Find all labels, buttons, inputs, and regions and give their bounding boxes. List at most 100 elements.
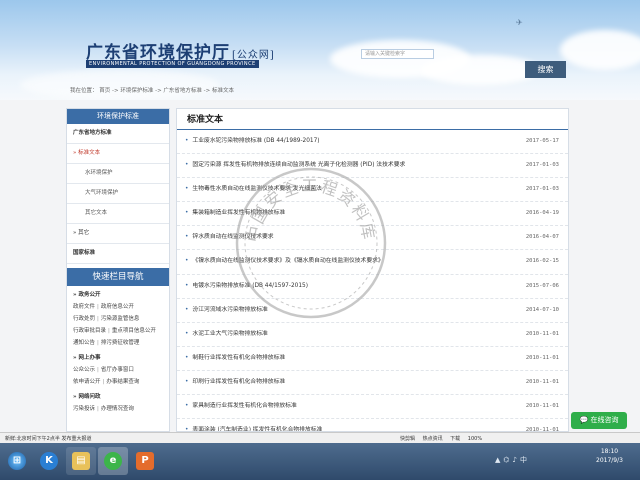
list-item-title[interactable]: 《镍水质自动在线监测仪技术要求》及《镉水质自动在线监测仪技术要求》 bbox=[185, 250, 383, 273]
sidebar-item-other-text[interactable]: 其它文本 bbox=[67, 204, 169, 224]
quick-section-title: » 网络问政 bbox=[73, 394, 101, 400]
list-item-date: 2010-11-01 bbox=[525, 427, 559, 432]
volume-icon[interactable]: ♪ bbox=[513, 456, 520, 464]
list-item-date: 2010-11-01 bbox=[525, 378, 559, 385]
list-item-date: 2016-04-19 bbox=[525, 210, 559, 217]
list-item-title[interactable]: 表面涂装 (汽车制造业) 挥发性有机化合物排放标准 bbox=[185, 419, 322, 431]
quick-row: 通知公告 | 排污费征收管理 bbox=[73, 337, 163, 349]
list-item-date: 2014-07-10 bbox=[525, 306, 559, 313]
list-item-title[interactable]: 制鞋行业挥发性有机化合物排放标准 bbox=[185, 347, 285, 370]
bird-icon: ✈ bbox=[516, 18, 523, 27]
list-item-title[interactable]: 锌水质自动在线监测仪技术要求 bbox=[185, 226, 273, 249]
os-taskbar: ⊞ K ▤ e P ▲⌬♪中 18:10 2017/9/3 bbox=[0, 443, 640, 480]
taskbar-presentation[interactable]: P bbox=[130, 447, 160, 475]
windows-logo-icon: ⊞ bbox=[8, 452, 26, 470]
list-item[interactable]: 电镀水污染物排放标准 (DB 44/1597-2015) 2015-07-06 bbox=[177, 275, 568, 299]
list-item[interactable]: 《镍水质自动在线监测仪技术要求》及《镉水质自动在线监测仪技术要求》 2016-02… bbox=[177, 250, 568, 275]
list-item[interactable]: 锌水质自动在线监测仪技术要求 2016-04-07 bbox=[177, 226, 568, 251]
list-item[interactable]: 工业废水铊污染物排放标准 (DB 44/1989-2017) 2017-05-17 bbox=[177, 130, 568, 155]
quick-link[interactable]: 办事结果查询 bbox=[106, 376, 139, 388]
list-item[interactable]: 制鞋行业挥发性有机化合物排放标准 2010-11-01 bbox=[177, 347, 568, 371]
sidebar-item-other[interactable]: » 其它 bbox=[67, 224, 169, 244]
k-app-icon: K bbox=[40, 452, 58, 470]
sidebar-item-air[interactable]: 大气环境保护 bbox=[67, 184, 169, 204]
quick-link[interactable]: 行政处罚 bbox=[73, 313, 95, 325]
quick-link[interactable]: 行政审批目录 bbox=[73, 325, 106, 337]
start-button[interactable]: ⊞ bbox=[2, 447, 32, 475]
taskbar-browser[interactable]: e bbox=[98, 447, 128, 475]
logo-english: ENVIRONMENTAL PROTECTION OF GUANGDONG PR… bbox=[86, 60, 259, 68]
list-item[interactable]: 家具制造行业挥发性有机化合物排放标准 2010-11-01 bbox=[177, 395, 568, 420]
cloud-decoration bbox=[20, 70, 220, 100]
online-consult-button[interactable]: 💬 在线咨询 bbox=[571, 412, 627, 429]
presentation-icon: P bbox=[136, 452, 154, 470]
sidebar: 环境保护标准 广东省地方标准 » 标准文本 水环境保护 大气环境保护 其它文本 … bbox=[66, 108, 170, 432]
sidebar-item-local-standards[interactable]: 广东省地方标准 bbox=[67, 124, 169, 144]
list-item-date: 2015-07-06 bbox=[525, 282, 559, 289]
list-item-title[interactable]: 生物毒性水质自动在线监测仪技术要求 发光细菌法 bbox=[185, 178, 321, 201]
list-item[interactable]: 水泥工业大气污染物排放标准 2010-11-01 bbox=[177, 323, 568, 347]
status-news-ticker[interactable]: 新鲜:北京时间下午2点半 发布重大报道 bbox=[5, 435, 91, 442]
sidebar-item-national-standards[interactable]: 国家标准 bbox=[67, 244, 169, 264]
list-item-date: 2016-04-07 bbox=[525, 234, 559, 241]
quick-section-online-service: » 网上办事 公众公示 | 省厅办事窗口 依申请公开 | 办事结果查询 bbox=[67, 349, 169, 388]
list-item[interactable]: 表面涂装 (汽车制造业) 挥发性有机化合物排放标准 2010-11-01 bbox=[177, 419, 568, 432]
list-item-title[interactable]: 电镀水污染物排放标准 (DB 44/1597-2015) bbox=[185, 275, 308, 298]
page-title: 标准文本 bbox=[177, 109, 568, 130]
quick-link[interactable]: 公众公示 bbox=[73, 364, 95, 376]
online-consult-label: 在线咨询 bbox=[590, 416, 619, 424]
list-item-title[interactable]: 固定污染源 挥发性有机物排放连续自动监测系统 光离子化检测器 (PID) 法技术… bbox=[185, 154, 405, 177]
list-item[interactable]: 集装箱制造业挥发性有机物排放标准 2016-04-19 bbox=[177, 202, 568, 227]
sidebar-header: 环境保护标准 bbox=[67, 109, 169, 124]
list-item-title[interactable]: 印刷行业挥发性有机化合物排放标准 bbox=[185, 371, 285, 394]
chat-icon: 💬 bbox=[579, 416, 589, 424]
network-icon[interactable]: ⌬ bbox=[503, 456, 512, 464]
site-header: ✈ 广东省环境保护厅 [公众网] ENVIRONMENTAL PROTECTION… bbox=[0, 0, 640, 100]
status-tools[interactable]: 快剪辑 热点资讯 下载 100% bbox=[400, 435, 482, 442]
quick-link[interactable]: 省厅办事窗口 bbox=[101, 364, 134, 376]
quick-nav-header: 快速栏目导航 bbox=[67, 268, 169, 286]
quick-row: 公众公示 | 省厅办事窗口 bbox=[73, 364, 163, 376]
system-tray[interactable]: ▲⌬♪中 bbox=[495, 455, 530, 465]
search-input[interactable]: 请输入关键检索字 bbox=[361, 49, 434, 59]
browser-icon: e bbox=[104, 452, 122, 470]
list-item-title[interactable]: 集装箱制造业挥发性有机物排放标准 bbox=[185, 202, 285, 225]
quick-link[interactable]: 污染源监管信息 bbox=[101, 313, 140, 325]
list-item-title[interactable]: 汾江河流域水污染物排放标准 bbox=[185, 299, 267, 322]
quick-link[interactable]: 依申请公开 bbox=[73, 376, 101, 388]
quick-link[interactable]: 排污费征收管理 bbox=[101, 337, 140, 349]
quick-section-title: » 网上办事 bbox=[73, 355, 101, 361]
clock-time: 18:10 bbox=[600, 448, 619, 455]
quick-link[interactable]: 办理情况查询 bbox=[101, 403, 134, 415]
quick-link[interactable]: 政府文件 bbox=[73, 301, 95, 313]
list-item-title[interactable]: 家具制造行业挥发性有机化合物排放标准 bbox=[185, 395, 296, 418]
quick-link[interactable]: 通知公告 bbox=[73, 337, 95, 349]
quick-section-online-inquiry: » 网络问政 污染投诉 | 办理情况查询 bbox=[67, 388, 169, 415]
list-item[interactable]: 生物毒性水质自动在线监测仪技术要求 发光细菌法 2017-01-03 bbox=[177, 178, 568, 203]
list-item-date: 2017-01-03 bbox=[525, 162, 559, 169]
quick-link[interactable]: 政府信息公开 bbox=[101, 301, 134, 313]
sidebar-item-water[interactable]: 水环境保护 bbox=[67, 164, 169, 184]
list-item[interactable]: 印刷行业挥发性有机化合物排放标准 2010-11-01 bbox=[177, 371, 568, 396]
quick-row: 污染投诉 | 办理情况查询 bbox=[73, 403, 163, 415]
cloud-decoration bbox=[420, 55, 540, 85]
list-item-date: 2010-11-01 bbox=[525, 403, 559, 410]
list-item-title[interactable]: 工业废水铊污染物排放标准 (DB 44/1989-2017) bbox=[185, 130, 319, 153]
list-item-date: 2010-11-01 bbox=[525, 354, 559, 361]
list-item-title[interactable]: 水泥工业大气污染物排放标准 bbox=[185, 323, 267, 346]
clock-date: 2017/9/3 bbox=[596, 457, 623, 464]
quick-link[interactable]: 污染投诉 bbox=[73, 403, 95, 415]
folder-icon: ▤ bbox=[72, 452, 90, 470]
taskbar-k-app[interactable]: K bbox=[34, 447, 64, 475]
taskbar-clock[interactable]: 18:10 2017/9/3 bbox=[596, 447, 623, 465]
ime-icon[interactable]: 中 bbox=[520, 456, 530, 464]
list-item-date: 2017-05-17 bbox=[525, 138, 559, 144]
sidebar-item-standard-text[interactable]: » 标准文本 bbox=[67, 144, 169, 164]
quick-link[interactable]: 重点项目信息公开 bbox=[112, 325, 156, 337]
list-item-date: 2017-01-03 bbox=[525, 186, 559, 193]
search-button[interactable]: 搜索 bbox=[525, 61, 566, 78]
cloud-decoration bbox=[560, 30, 640, 70]
list-item[interactable]: 固定污染源 挥发性有机物排放连续自动监测系统 光离子化检测器 (PID) 法技术… bbox=[177, 154, 568, 179]
taskbar-file-explorer[interactable]: ▤ bbox=[66, 447, 96, 475]
list-item[interactable]: 汾江河流域水污染物排放标准 2014-07-10 bbox=[177, 299, 568, 323]
